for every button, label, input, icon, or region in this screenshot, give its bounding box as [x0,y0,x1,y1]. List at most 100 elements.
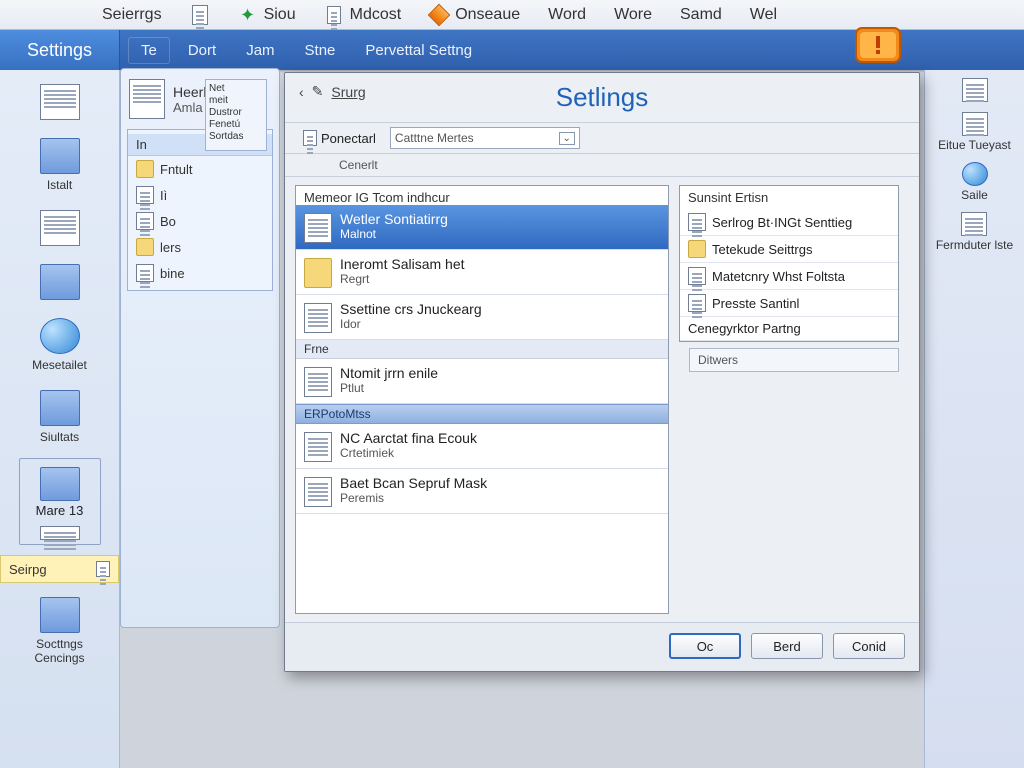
left-tool-button[interactable] [21,80,99,124]
detail-item[interactable]: Matetcnry Whst Foltsta [680,263,898,290]
app-menu-bar: Seierrgs ✦ Siou Mdcost Onseaue Word Wore… [0,0,1024,30]
button-label: Seirpg [9,562,47,577]
list-item[interactable]: Ineromt Salisam het Regrt [296,250,668,295]
item-subtitle: Malnot [340,227,448,241]
breadcrumb: ‹ ✎ Srurg [299,83,366,100]
doc-icon [96,561,110,577]
item-subtitle: Idor [340,317,482,331]
page-icon [40,210,80,246]
left-toolbar: Istalt Mesetailet Siultats Mare 13 Seirp… [0,70,120,768]
ribbon-item[interactable]: Pervettal Settng [353,38,484,63]
settings-category-list[interactable]: Memeor IG Tcom indhcur Wetler Sontiatirr… [295,185,669,614]
button-label: Istalt [47,178,72,192]
tab-settings[interactable]: Settings [0,30,120,70]
left-tool-button[interactable]: Mesetailet [21,314,99,376]
nav-list: In Fntult Iì Bo lers bine [127,129,273,291]
page-icon [40,84,80,120]
list-divider: ERPotoMtss [296,404,668,424]
detail-item[interactable]: Presste Santinl [680,290,898,317]
nav-list-item[interactable]: Fntult [128,156,272,182]
page-icon [962,112,988,136]
doc-icon [136,212,154,230]
toolbar-button[interactable]: Ponectarl [297,128,382,148]
detail-item[interactable]: Cenegyrktor Partng [680,317,898,341]
ribbon-item[interactable]: Jam [234,38,286,63]
globe-icon [962,162,988,186]
page-icon [304,213,332,243]
menu-label: Wore [614,6,652,24]
combo-value: Catttne Mertes [395,131,474,145]
page-icon [961,212,987,236]
detail-item[interactable]: Serlrog Bt·INGt Senttieg [680,209,898,236]
folder-icon [136,238,154,256]
mini-legend: Net meit Dustror Fenetú Sortdas [205,79,267,151]
doc-icon [136,264,154,282]
item-title: Ssettine crs Jnuckearg [340,301,482,317]
nav-list-item[interactable]: bine [128,260,272,286]
ok-button[interactable]: Oc [669,633,741,659]
summary-label: Ditwers [698,353,738,367]
right-toolbar: Eitue Tueyast Saile Fermduter lste [924,70,1024,768]
left-tool-button[interactable] [21,260,99,304]
button-label: Saile [961,188,988,202]
list-item[interactable]: Ssettine crs Jnuckearg Idor [296,295,668,340]
page-icon [304,477,332,507]
book-icon [40,138,80,174]
menu-item[interactable]: Samd [674,4,728,26]
menu-item[interactable]: Mdcost [318,3,408,27]
menu-item[interactable]: Onseaue [423,3,526,27]
list-item[interactable]: Wetler Sontiatirrg Malnot [296,205,668,250]
button-label: Mesetailet [32,358,87,372]
right-tool-button[interactable]: Eitue Tueyast [938,112,1011,152]
left-tool-button[interactable]: Istalt [21,134,99,196]
doc-icon [136,186,154,204]
button-label: Socttngs Cencings [21,637,99,665]
nav-list-item[interactable]: Iì [128,182,272,208]
dialog-titlebar: ‹ ✎ Srurg Setlings [285,73,919,123]
page-icon [688,267,706,285]
left-tool-button[interactable]: Siultats [21,386,99,448]
list-group-title: Memeor IG Tcom indhcur [296,186,668,205]
list-item[interactable]: Baet Bcan Sepruf Mask Peremis [296,469,668,514]
dialog-title: Setlings [556,82,649,113]
pencil-icon[interactable]: ✎ [312,83,324,100]
toolbar-sublabel: Cenerlt [297,158,378,172]
item-subtitle: Crtetimiek [340,446,477,460]
menu-item[interactable]: Wore [608,4,658,26]
ribbon-tabs: Settings Te Dort Jam Stne Pervettal Sett… [0,30,1024,70]
left-tool-button[interactable] [21,206,99,250]
menu-label: Samd [680,6,722,24]
diamond-icon [429,5,449,25]
nav-list-item[interactable]: Bo [128,208,272,234]
back-icon[interactable]: ‹ [299,84,304,100]
page-icon [304,367,332,397]
list-item[interactable]: Ntomit jrrn enile Ptlut [296,359,668,404]
list-item[interactable]: NC Aarctat fina Ecouk Crtetimiek [296,424,668,469]
ribbon-item[interactable]: Dort [176,38,228,63]
menu-item[interactable]: Wel [744,4,783,26]
nav-list-item[interactable]: lers [128,234,272,260]
left-tool-button[interactable]: Socttngs Cencings [21,593,99,669]
ribbon-item[interactable]: Te [128,37,170,64]
menu-item[interactable]: Word [542,4,592,26]
item-subtitle: Peremis [340,491,487,505]
cancel-button[interactable]: Conid [833,633,905,659]
menu-item[interactable]: Seierrgs [96,4,168,26]
breadcrumb-segment[interactable]: Srurg [331,84,365,100]
workspace-icon [40,597,80,633]
page-icon [688,213,706,231]
settings-detail-list[interactable]: Sunsint Ertisn Serlrog Bt·INGt Senttieg … [679,185,899,342]
filter-combobox[interactable]: Catttne Mertes ⌄ [390,127,580,149]
save-button[interactable]: Berd [751,633,823,659]
right-tool-button[interactable] [962,78,988,102]
doc-icon [190,5,210,25]
doc-icon [324,5,344,25]
right-tool-button[interactable]: Saile [961,162,988,202]
menu-item[interactable]: ✦ Siou [232,3,302,27]
ribbon-item[interactable]: Stne [293,38,348,63]
detail-item[interactable]: Tetekude Seittrgs [680,236,898,263]
settings-dialog: ‹ ✎ Srurg Setlings Ponectarl Catttne Mer… [284,72,920,672]
settings-quick-button[interactable]: Seirpg [0,555,119,583]
right-tool-button[interactable]: Fermduter lste [936,212,1013,252]
menu-item[interactable] [184,3,216,27]
